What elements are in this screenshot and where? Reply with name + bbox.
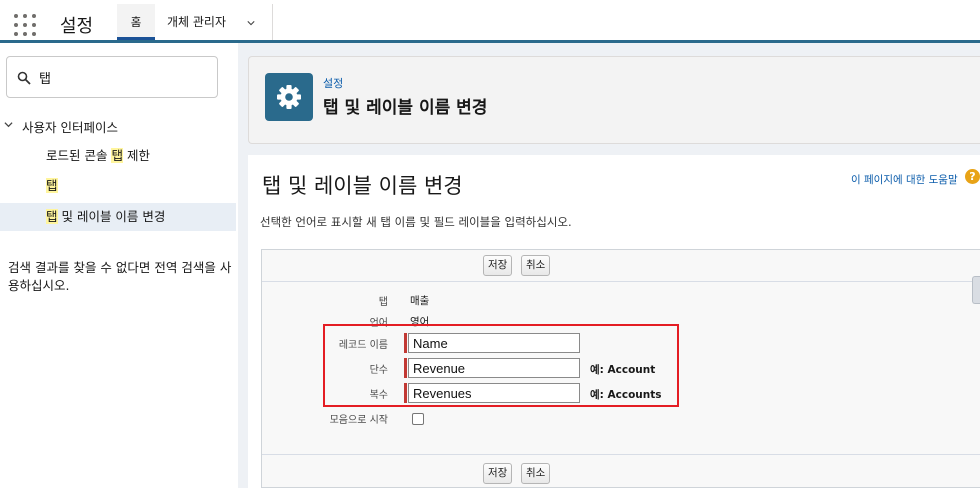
button-row-bottom: 저장 취소 [262,454,980,489]
search-icon [17,71,31,85]
button-row-top: 저장 취소 [262,250,980,282]
sidebar-item-tabs[interactable]: 탭 [0,172,236,200]
tab-home[interactable]: 홈 [117,4,155,40]
help-link[interactable]: 이 페이지에 대한 도움말 [851,172,958,187]
scrollbar-handle[interactable] [972,276,980,304]
quick-find-box [6,56,218,98]
tab-object-manager-label: 개체 관리자 [167,15,227,29]
tab-label: 탭 [378,297,388,308]
help-icon[interactable]: ? [965,169,980,184]
cancel-button[interactable]: 취소 [521,255,551,276]
no-results-note: 검색 결과를 찾을 수 없다면 전역 검색을 사용하십시오. [8,260,232,293]
search-match-highlight: 탭 [111,148,123,163]
gear-icon [265,73,313,121]
item-text: 제한 [122,148,150,163]
tab-value: 매출 [410,295,430,307]
item-text: 및 레이블 이름 변경 [57,209,166,224]
tree-node-user-interface[interactable]: 사용자 인터페이스 [0,114,236,136]
page-title: 탭 및 레이블 이름 변경 [262,174,463,198]
starts-with-vowel-checkbox[interactable] [412,413,424,425]
annotation-highlight-box [323,324,679,407]
item-text: 로드된 콘솔 [46,148,112,163]
setup-sidebar: 사용자 인터페이스 로드된 콘솔 탭 제한 탭 탭 및 레이블 이름 변경 검색… [0,43,236,488]
breadcrumb[interactable]: 설정 [323,75,343,91]
app-launcher-icon[interactable] [14,14,36,36]
tree-node-label: 사용자 인터페이스 [22,120,118,135]
chevron-down-icon[interactable] [4,120,13,129]
starts-with-vowel-label: 모음으로 시작 [329,415,388,426]
page-header: 설정 탭 및 레이블 이름 변경 [248,56,980,144]
chevron-down-icon[interactable] [247,19,255,27]
page-header-title: 탭 및 레이블 이름 변경 [323,98,488,118]
quick-find-input[interactable] [39,65,209,89]
sidebar-item-console-tab-limits[interactable]: 로드된 콘솔 탭 제한 [0,142,236,170]
save-button[interactable]: 저장 [483,463,513,484]
search-match-highlight: 탭 [46,178,58,193]
search-match-highlight: 탭 [46,209,58,224]
tab-object-manager[interactable]: 개체 관리자 [157,4,273,40]
instructions-text: 선택한 언어로 표시할 새 탭 이름 및 필드 레이블을 입력하십시오. [260,215,572,229]
sidebar-item-rename-tabs-labels[interactable]: 탭 및 레이블 이름 변경 [0,203,236,231]
app-title: 설정 [60,16,94,37]
save-button[interactable]: 저장 [483,255,513,276]
cancel-button[interactable]: 취소 [521,463,551,484]
